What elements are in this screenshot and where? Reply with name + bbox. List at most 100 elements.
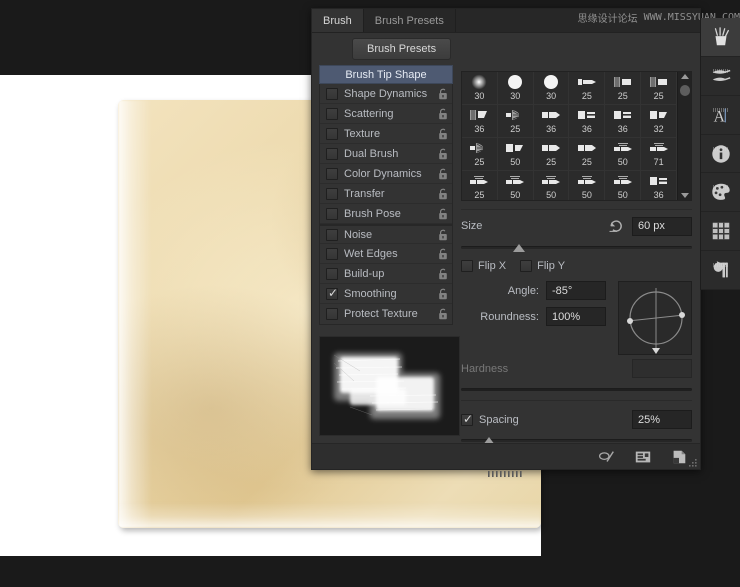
lock-icon[interactable] (438, 168, 448, 180)
brush-tip-cell[interactable]: 50 (605, 138, 641, 171)
brush-tip-cell[interactable]: 25 (569, 138, 605, 171)
spacing-slider[interactable] (461, 436, 692, 443)
dock-grab-handle-2[interactable] (713, 99, 729, 103)
brush-option-row[interactable]: Color Dynamics (320, 164, 452, 184)
size-slider[interactable] (461, 243, 692, 250)
brush-tip-cell[interactable]: 50 (498, 171, 534, 200)
brush-tip-cell[interactable]: 25 (641, 72, 677, 105)
lock-icon[interactable] (438, 308, 448, 320)
flip-y-control[interactable]: Flip Y (520, 260, 565, 272)
angle-dial-graphic[interactable] (619, 282, 693, 356)
brush-option-checkbox[interactable] (326, 308, 338, 320)
brush-tip-cell[interactable]: 32 (641, 105, 677, 138)
brush-option-row[interactable]: Dual Brush (320, 144, 452, 164)
lock-icon[interactable] (438, 128, 448, 140)
lock-icon[interactable] (438, 148, 448, 160)
panel-resize-grip[interactable] (686, 456, 698, 468)
brush-toggle-icon[interactable] (598, 449, 616, 465)
brush-tip-cell[interactable]: 25 (462, 138, 498, 171)
lock-icon[interactable] (438, 288, 448, 300)
brush-tip-cell[interactable]: 25 (569, 72, 605, 105)
brush-option-row[interactable]: Brush Pose (320, 204, 452, 224)
brush-tip-cell[interactable]: 25 (498, 105, 534, 138)
brush-option-row[interactable]: Noise (320, 224, 452, 244)
brush-option-row[interactable]: Build-up (320, 264, 452, 284)
brush-option-checkbox[interactable] (326, 288, 338, 300)
spacing-control[interactable]: Spacing (461, 414, 519, 426)
brush-option-row[interactable]: Smoothing (320, 284, 452, 304)
brush-option-checkbox[interactable] (326, 208, 338, 220)
lock-icon[interactable] (438, 229, 448, 241)
brush-option-checkbox[interactable] (326, 88, 338, 100)
dock-item-paragraph[interactable] (701, 251, 740, 290)
flip-y-checkbox[interactable] (520, 260, 532, 272)
brush-tip-cell[interactable]: 36 (641, 171, 677, 200)
dock-grab-handle-6[interactable] (713, 254, 729, 258)
brush-tip-cell[interactable]: 25 (605, 72, 641, 105)
brush-tip-cell[interactable]: 25 (534, 138, 570, 171)
brush-option-row[interactable]: Shape Dynamics (320, 84, 452, 104)
flip-x-control[interactable]: Flip X (461, 260, 506, 272)
brush-tip-cell[interactable]: 30 (534, 72, 570, 105)
brush-option-checkbox[interactable] (326, 188, 338, 200)
scrollbar-thumb[interactable] (680, 85, 690, 96)
brush-option-row[interactable]: Texture (320, 124, 452, 144)
dock-grab-handle-3[interactable] (713, 138, 729, 142)
size-input[interactable]: 60 px (632, 217, 692, 236)
brush-tip-grid[interactable]: 3030302525253625363636322550252550712550… (461, 71, 692, 201)
brush-option-checkbox[interactable] (326, 168, 338, 180)
brush-tip-cell[interactable]: 25 (462, 171, 498, 200)
lock-icon[interactable] (438, 248, 448, 260)
flip-x-checkbox[interactable] (461, 260, 473, 272)
angle-dial[interactable] (618, 281, 692, 355)
spacing-input[interactable]: 25% (632, 410, 692, 429)
scroll-down-arrow-icon[interactable] (681, 193, 689, 198)
scroll-up-arrow-icon[interactable] (681, 74, 689, 79)
reset-arrow-icon[interactable] (608, 218, 624, 234)
brush-tip-cell[interactable]: 50 (605, 171, 641, 200)
panel-drag-grip[interactable] (488, 471, 524, 477)
lock-icon[interactable] (438, 88, 448, 100)
dock-item-swatches[interactable] (701, 173, 740, 212)
brush-option-row[interactable]: Protect Texture (320, 304, 452, 324)
brush-panel[interactable]: Brush Brush Presets 思缘设计论坛 WWW.MISSYUAN.… (311, 8, 701, 470)
brush-tip-cell[interactable]: 50 (498, 138, 534, 171)
brush-tip-grid-cells[interactable]: 3030302525253625363636322550252550712550… (462, 72, 677, 200)
lock-icon[interactable] (438, 188, 448, 200)
brush-tip-cell[interactable]: 71 (641, 138, 677, 171)
brush-tip-cell[interactable]: 50 (534, 171, 570, 200)
dock-item-layer-grid[interactable] (701, 212, 740, 251)
dock-item-brush-presets[interactable] (701, 57, 740, 96)
brush-option-row[interactable]: Wet Edges (320, 244, 452, 264)
brush-tip-cell[interactable]: 30 (498, 72, 534, 105)
brush-tip-cell[interactable]: 36 (605, 105, 641, 138)
brush-tip-cell[interactable]: 36 (462, 105, 498, 138)
brush-option-checkbox[interactable] (326, 229, 338, 241)
size-slider-knob[interactable] (513, 244, 525, 252)
spacing-checkbox[interactable] (461, 414, 473, 426)
size-slider-track[interactable] (461, 246, 692, 249)
brush-option-checkbox[interactable] (326, 268, 338, 280)
brush-option-checkbox[interactable] (326, 128, 338, 140)
dock-item-character[interactable]: A (701, 96, 740, 135)
brush-option-checkbox[interactable] (326, 108, 338, 120)
tab-brush[interactable]: Brush (312, 9, 364, 32)
brush-option-row[interactable]: Scattering (320, 104, 452, 124)
angle-input[interactable]: -85° (546, 281, 606, 300)
brush-option-checkbox[interactable] (326, 148, 338, 160)
dock-grab-handle[interactable] (713, 60, 729, 64)
brush-tip-grid-scrollbar[interactable] (677, 72, 691, 200)
roundness-input[interactable]: 100% (546, 307, 606, 326)
brush-presets-button[interactable]: Brush Presets (352, 38, 451, 60)
preset-manager-icon[interactable] (634, 449, 652, 465)
lock-icon[interactable] (438, 108, 448, 120)
lock-icon[interactable] (438, 268, 448, 280)
brush-tip-cell[interactable]: 50 (569, 171, 605, 200)
dock-item-info[interactable] (701, 135, 740, 174)
brush-option-row[interactable]: Transfer (320, 184, 452, 204)
tab-brush-presets[interactable]: Brush Presets (364, 9, 456, 32)
brush-tip-cell[interactable]: 30 (462, 72, 498, 105)
brush-tip-cell[interactable]: 36 (569, 105, 605, 138)
brush-tip-shape-header[interactable]: Brush Tip Shape (319, 65, 453, 84)
brush-tip-cell[interactable]: 36 (534, 105, 570, 138)
